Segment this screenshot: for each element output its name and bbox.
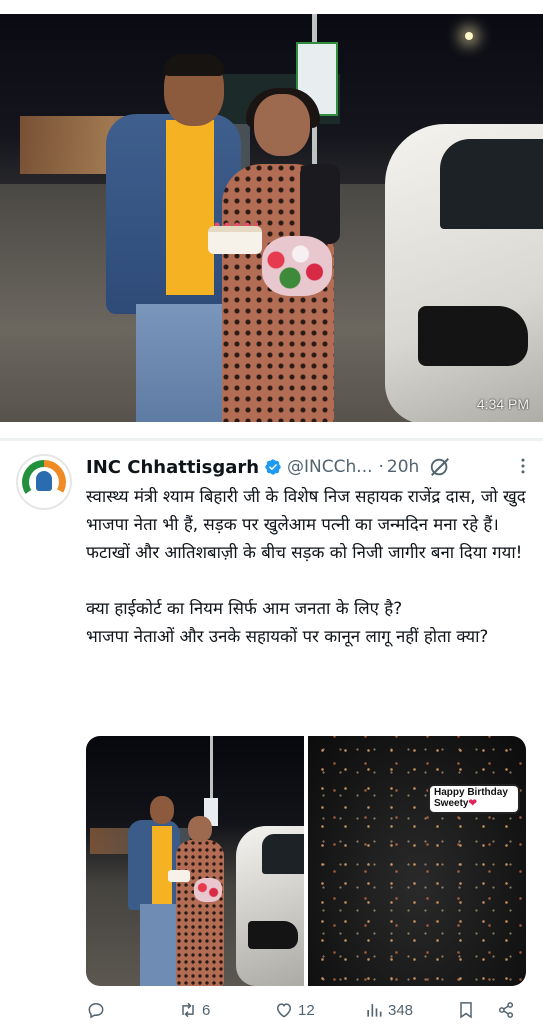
retweet-count: 6 xyxy=(202,1001,211,1019)
reply-button[interactable] xyxy=(86,996,110,1024)
tweet-media: Happy Birthday Sweety❤ xyxy=(86,736,526,986)
media-car-lamp xyxy=(248,921,298,949)
separator-dot: · xyxy=(378,457,384,477)
avatar[interactable] xyxy=(16,454,72,510)
media-bouquet xyxy=(194,878,222,902)
flower-bouquet xyxy=(262,236,332,296)
views-count: 348 xyxy=(388,1001,414,1019)
divider xyxy=(0,438,543,441)
car-windshield xyxy=(440,139,543,229)
media-woman-head xyxy=(188,816,212,842)
bookmark-icon xyxy=(460,1002,472,1019)
bookmark-button[interactable] xyxy=(456,996,476,1024)
man-hair xyxy=(164,54,224,76)
reply-icon xyxy=(88,1002,104,1019)
more-icon[interactable] xyxy=(513,456,533,476)
heart-icon: ❤ xyxy=(468,798,477,809)
media-car-window xyxy=(262,834,304,874)
media-cake xyxy=(168,870,190,882)
media-woman-dress xyxy=(176,840,224,986)
sticker-line-1: Happy Birthday xyxy=(434,787,508,798)
like-count: 12 xyxy=(298,1001,315,1019)
tweet-header: INC Chhattisgarh @INCCh... · 20h xyxy=(86,454,529,480)
media-photo[interactable] xyxy=(86,736,304,986)
woman-head xyxy=(254,94,310,156)
media-video-fireworks[interactable]: Happy Birthday Sweety❤ xyxy=(308,736,526,986)
share-icon xyxy=(498,1002,514,1018)
media-man-shirt xyxy=(152,826,172,904)
woman-shrug xyxy=(300,164,340,244)
grok-icon[interactable] xyxy=(429,456,451,478)
share-button[interactable] xyxy=(496,996,516,1024)
retweet-button[interactable]: 6 xyxy=(178,996,210,1024)
author-name[interactable]: INC Chhattisgarh xyxy=(86,457,259,478)
sticker-line-2: Sweety xyxy=(434,798,469,809)
attached-photo-top[interactable]: 4:34 PM xyxy=(0,14,543,422)
views-icon xyxy=(367,1004,382,1017)
street-light xyxy=(465,32,473,40)
author-handle[interactable]: @INCCh... xyxy=(287,457,372,477)
photo-timestamp: 4:34 PM xyxy=(476,396,529,412)
verified-badge-icon xyxy=(264,458,282,476)
car-headlight xyxy=(418,306,528,366)
action-bar: 6 12 348 xyxy=(86,996,526,1024)
media-man-jeans xyxy=(140,904,178,986)
views-button[interactable]: 348 xyxy=(364,996,413,1024)
media-man-head xyxy=(150,796,174,824)
retweet-icon xyxy=(182,1002,194,1018)
like-button[interactable]: 12 xyxy=(274,996,315,1024)
tweet-time[interactable]: 20h xyxy=(387,457,419,477)
like-icon xyxy=(276,1003,292,1018)
tweet-text: स्वास्थ्य मंत्री श्याम बिहारी जी के विशे… xyxy=(86,486,526,646)
man-shirt xyxy=(166,120,214,295)
hand-symbol-icon xyxy=(36,471,52,491)
firework-sparks xyxy=(308,736,526,986)
birthday-cake xyxy=(208,226,262,254)
man-jeans xyxy=(136,304,231,422)
birthday-sticker: Happy Birthday Sweety❤ xyxy=(430,786,518,812)
tweet[interactable]: INC Chhattisgarh @INCCh... · 20h स्वास्थ… xyxy=(0,444,543,1024)
